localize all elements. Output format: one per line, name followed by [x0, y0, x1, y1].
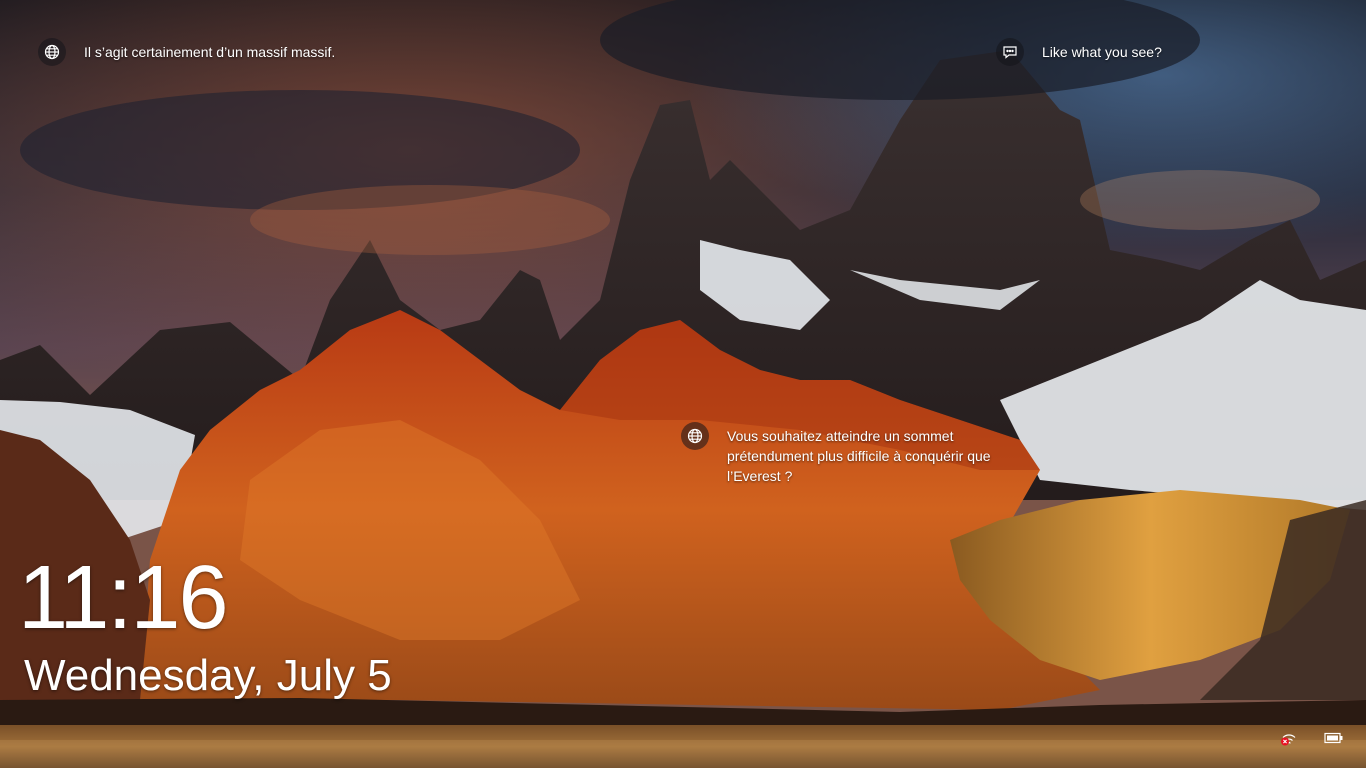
lock-screen-time: 11:16	[18, 548, 229, 648]
network-disconnected-icon[interactable]	[1280, 730, 1298, 746]
feedback-prompt-text: Like what you see?	[1042, 44, 1162, 60]
globe-icon	[681, 422, 709, 450]
spotlight-caption: Vous souhaitez atteindre un sommet préte…	[727, 428, 991, 484]
spotlight-hotspot-top-left[interactable]: Il s’agit certainement d’un massif massi…	[38, 38, 335, 66]
comment-icon	[996, 38, 1024, 66]
spotlight-feedback-prompt[interactable]: Like what you see?	[996, 38, 1162, 66]
spotlight-hotspot-middle[interactable]: Vous souhaitez atteindre un sommet préte…	[681, 422, 1001, 486]
globe-icon	[38, 38, 66, 66]
spotlight-caption: Il s’agit certainement d’un massif massi…	[84, 44, 336, 60]
lock-screen-status-tray	[1280, 730, 1344, 746]
battery-icon[interactable]	[1324, 732, 1344, 744]
lock-screen-date: Wednesday, July 5	[24, 651, 392, 700]
lock-screen[interactable]: Il s’agit certainement d’un massif massi…	[0, 0, 1366, 768]
